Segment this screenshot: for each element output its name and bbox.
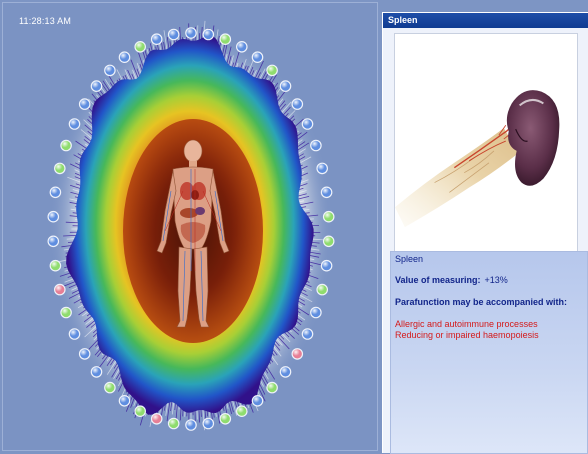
aura-visualization	[3, 3, 379, 452]
measure-label: Value of measuring:	[395, 275, 481, 285]
marker-dot-normal	[105, 65, 115, 75]
marker-dot-normal	[203, 418, 213, 428]
organ-image	[394, 33, 578, 255]
app-window: 11:28:13 AM	[0, 0, 588, 453]
marker-dot-normal	[91, 81, 101, 91]
marker-dot-good	[317, 284, 327, 294]
measure-value: +13%	[485, 275, 508, 285]
marker-dot-normal	[69, 119, 79, 129]
marker-dot-normal	[302, 119, 312, 129]
parafunction-label: Parafunction may be accompanied with:	[395, 297, 567, 307]
spleen-illustration	[395, 34, 577, 254]
marker-dot-good	[220, 34, 230, 44]
marker-dot-alert	[152, 414, 162, 424]
marker-dot-normal	[321, 261, 331, 271]
marker-dot-good	[169, 418, 179, 428]
marker-dot-normal	[237, 42, 247, 52]
marker-dot-normal	[302, 329, 312, 339]
marker-dot-normal	[311, 140, 321, 150]
organ-info-box: Spleen Value of measuring: +13% Parafunct…	[390, 251, 588, 454]
marker-dot-good	[105, 382, 115, 392]
marker-dot-normal	[203, 29, 213, 39]
marker-dot-normal	[321, 187, 331, 197]
marker-dot-good	[135, 406, 145, 416]
marker-dot-good	[324, 212, 334, 222]
marker-dot-normal	[119, 396, 129, 406]
marker-dot-normal	[91, 367, 101, 377]
marker-dot-good	[50, 261, 60, 271]
marker-dot-normal	[292, 99, 302, 109]
marker-dot-normal	[280, 367, 290, 377]
condition-item: Reducing or impaired haemopoiesis	[395, 330, 539, 341]
marker-dot-normal	[169, 29, 179, 39]
marker-dot-good	[135, 42, 145, 52]
marker-dot-normal	[119, 52, 129, 62]
measure-row: Value of measuring: +13%	[395, 275, 508, 285]
marker-dot-good	[61, 307, 71, 317]
marker-dot-good	[55, 163, 65, 173]
marker-dot-good	[237, 406, 247, 416]
marker-dot-normal	[80, 349, 90, 359]
marker-dot-normal	[48, 236, 58, 246]
aura-display-panel: 11:28:13 AM	[2, 2, 378, 451]
marker-dot-normal	[50, 187, 60, 197]
marker-dot-normal	[186, 420, 196, 430]
marker-dot-normal	[317, 163, 327, 173]
marker-dot-normal	[152, 34, 162, 44]
marker-dot-alert	[292, 349, 302, 359]
marker-dot-good	[324, 236, 334, 246]
marker-dot-normal	[252, 52, 262, 62]
conditions-list: Allergic and autoimmune processes Reduci…	[395, 319, 539, 341]
panel-title: Spleen	[383, 13, 588, 28]
marker-dot-good	[267, 382, 277, 392]
marker-dot-normal	[311, 307, 321, 317]
marker-dot-good	[61, 140, 71, 150]
marker-dot-alert	[55, 284, 65, 294]
marker-dot-normal	[252, 396, 262, 406]
marker-dot-good	[220, 414, 230, 424]
condition-item: Allergic and autoimmune processes	[395, 319, 539, 330]
marker-dot-normal	[280, 81, 290, 91]
marker-dot-normal	[80, 99, 90, 109]
organ-detail-panel: Spleen	[382, 12, 588, 453]
marker-dot-normal	[186, 28, 196, 38]
organ-name: Spleen	[395, 254, 423, 264]
marker-dot-good	[267, 65, 277, 75]
marker-dot-normal	[69, 329, 79, 339]
marker-dot-normal	[48, 212, 58, 222]
